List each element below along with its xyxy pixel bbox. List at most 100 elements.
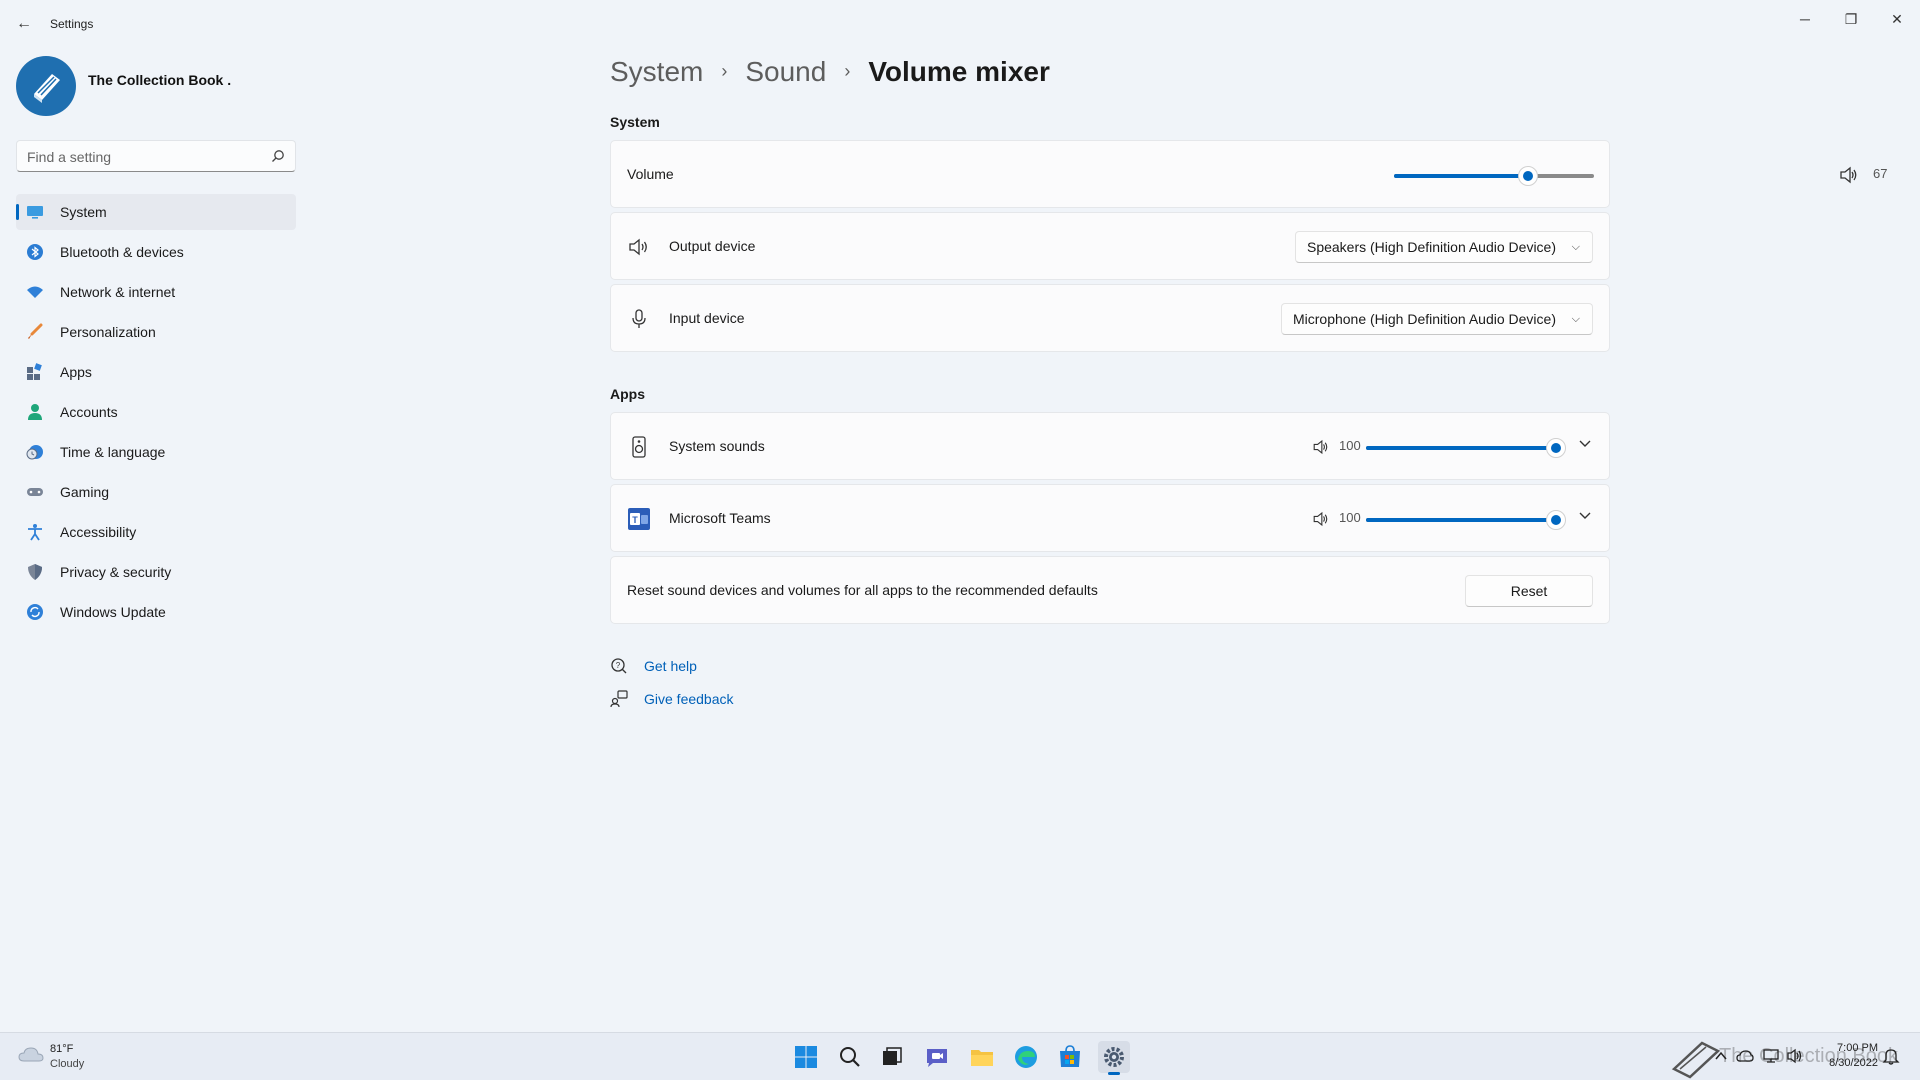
sidebar-item-gaming[interactable]: Gaming — [16, 474, 296, 510]
speaker-volume-icon[interactable] — [1839, 165, 1859, 185]
volume-slider-thumb[interactable] — [1518, 166, 1538, 186]
windows-logo-icon — [795, 1046, 817, 1068]
help-icon: ? — [611, 658, 627, 674]
edge-button[interactable] — [1010, 1041, 1042, 1073]
store-icon — [1060, 1045, 1080, 1067]
notification-bell-icon[interactable] — [1882, 1047, 1900, 1065]
app-volume-value: 100 — [1339, 510, 1361, 525]
app-volume-value: 100 — [1339, 438, 1361, 453]
sidebar-item-label: Personalization — [60, 324, 156, 340]
sidebar-item-windows-update[interactable]: Windows Update — [16, 594, 296, 630]
chevron-down-icon: ⌵ — [1571, 241, 1580, 253]
speaker-icon — [629, 238, 647, 256]
app-volume-card-system-sounds: System sounds 100 — [610, 412, 1610, 480]
volume-slider-fill — [1394, 174, 1528, 178]
sidebar-item-label: Accounts — [60, 404, 118, 420]
network-icon[interactable] — [1762, 1047, 1780, 1065]
brush-icon — [28, 323, 43, 339]
taskbar-search-button[interactable] — [834, 1041, 866, 1073]
output-device-card: Output device Speakers (High Definition … — [610, 212, 1610, 280]
monitor-icon — [27, 206, 43, 219]
avatar[interactable] — [16, 56, 76, 116]
section-heading-apps: Apps — [610, 386, 645, 402]
breadcrumb-sound[interactable]: Sound — [745, 56, 826, 87]
input-device-card: Input device Microphone (High Definition… — [610, 284, 1610, 352]
breadcrumb-system[interactable]: System — [610, 56, 703, 87]
start-button[interactable] — [790, 1041, 822, 1073]
search-box[interactable] — [16, 140, 296, 172]
folder-icon — [971, 1050, 993, 1066]
sidebar-item-apps[interactable]: Apps — [16, 354, 296, 390]
update-icon — [27, 604, 43, 620]
speaker-volume-icon[interactable] — [1313, 439, 1330, 456]
page-title: Volume mixer — [868, 56, 1050, 87]
app-volume-slider[interactable] — [1366, 438, 1566, 458]
reset-button[interactable]: Reset — [1465, 575, 1593, 607]
app-volume-slider-thumb[interactable] — [1546, 510, 1566, 530]
give-feedback-link[interactable]: Give feedback — [644, 691, 734, 707]
sidebar-item-system[interactable]: System — [16, 194, 296, 230]
minimize-button[interactable]: ─ — [1782, 4, 1828, 34]
speaker-volume-icon[interactable] — [1786, 1047, 1804, 1065]
task-view-button[interactable] — [876, 1041, 908, 1073]
sidebar-item-accessibility[interactable]: Accessibility — [16, 514, 296, 550]
weather-temperature[interactable]: 81°F — [50, 1043, 73, 1055]
app-name: Microsoft Teams — [669, 510, 771, 526]
svg-text:T: T — [632, 515, 638, 525]
search-input[interactable] — [27, 147, 257, 167]
sidebar-item-accounts[interactable]: Accounts — [16, 394, 296, 430]
weather-description[interactable]: Cloudy — [50, 1058, 84, 1070]
volume-slider[interactable] — [1394, 166, 1594, 186]
sidebar-item-time-language[interactable]: Time & language — [16, 434, 296, 470]
store-button[interactable] — [1054, 1041, 1086, 1073]
app-name: System sounds — [669, 438, 765, 454]
breadcrumb: System › Sound › Volume mixer — [610, 56, 1050, 96]
app-volume-slider[interactable] — [1366, 510, 1566, 530]
reset-card: Reset sound devices and volumes for all … — [610, 556, 1610, 624]
clock-date[interactable]: 8/30/2022 — [1829, 1057, 1878, 1069]
file-explorer-button[interactable] — [966, 1041, 998, 1073]
volume-label: Volume — [627, 166, 674, 182]
search-icon[interactable] — [271, 149, 285, 163]
sidebar-item-bluetooth[interactable]: Bluetooth & devices — [16, 234, 296, 270]
sidebar-item-label: System — [60, 204, 107, 220]
search-icon — [840, 1047, 860, 1067]
input-device-dropdown[interactable]: Microphone (High Definition Audio Device… — [1280, 303, 1593, 335]
clock-globe-icon — [26, 445, 43, 460]
app-volume-slider-thumb[interactable] — [1546, 438, 1566, 458]
taskbar: 81°F Cloudy The Collection Book 7:00 PM … — [0, 1032, 1920, 1080]
chevron-up-icon[interactable] — [1712, 1047, 1730, 1065]
app-volume-card-teams: T Microsoft Teams 100 — [610, 484, 1610, 552]
svg-text:?: ? — [616, 661, 621, 670]
output-device-selected: Speakers (High Definition Audio Device) — [1306, 239, 1556, 255]
settings-taskbar-button[interactable] — [1098, 1041, 1130, 1075]
sidebar-item-personalization[interactable]: Personalization — [16, 314, 296, 350]
back-button[interactable]: ← — [14, 14, 34, 34]
chat-icon — [927, 1049, 947, 1067]
speaker-volume-icon[interactable] — [1313, 511, 1330, 528]
edge-icon — [1015, 1046, 1037, 1068]
clock-time[interactable]: 7:00 PM — [1837, 1042, 1878, 1054]
get-help-link[interactable]: Get help — [644, 658, 697, 674]
maximize-button[interactable]: ❐ — [1828, 4, 1874, 34]
chevron-right-icon: › — [844, 61, 851, 81]
sidebar-item-network[interactable]: Network & internet — [16, 274, 296, 310]
onedrive-cloud-icon[interactable] — [1736, 1047, 1754, 1065]
chevron-down-icon[interactable] — [1577, 435, 1593, 451]
app-volume-slider-fill — [1366, 446, 1556, 450]
profile-name: The Collection Book . — [88, 72, 232, 88]
section-heading-system: System — [610, 114, 660, 130]
person-icon — [28, 404, 42, 420]
close-button[interactable]: ✕ — [1874, 4, 1920, 34]
cloud-icon[interactable] — [18, 1045, 44, 1063]
chat-button[interactable] — [921, 1041, 953, 1073]
feedback-icon — [610, 690, 628, 708]
speaker-device-icon — [632, 436, 646, 458]
title-bar: ← Settings ─ ❐ ✕ — [0, 0, 1920, 48]
output-device-dropdown[interactable]: Speakers (High Definition Audio Device) … — [1294, 231, 1593, 263]
sidebar-item-privacy[interactable]: Privacy & security — [16, 554, 296, 590]
sidebar-item-label: Accessibility — [60, 524, 137, 540]
accessibility-icon — [28, 524, 42, 541]
sidebar-item-label: Gaming — [60, 484, 110, 500]
chevron-down-icon[interactable] — [1577, 507, 1593, 523]
